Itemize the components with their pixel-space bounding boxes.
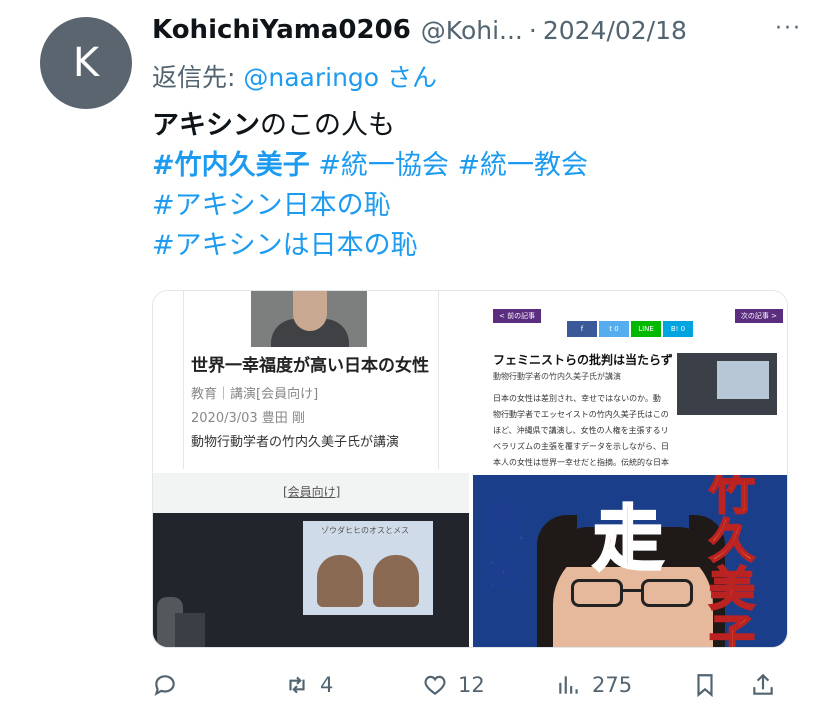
- projector-screen: [717, 361, 769, 399]
- article-date-author: 2020/3/03 豊田 剛: [191, 411, 305, 426]
- tweet-date[interactable]: 2024/02/18: [543, 16, 687, 45]
- article-body: 日本の女性は差別され、幸せではないのか。動 物行動学者でエッセイストの竹内久美子…: [493, 391, 669, 471]
- text-rest: のこの人も: [260, 110, 395, 141]
- media-image-2[interactable]: < 前の記事 次の記事 > f t 0 LINE B! 0 フェミニストらの批判…: [473, 291, 787, 473]
- poster-center-text: 走: [592, 497, 665, 582]
- media-grid: 世界一幸福度が高い日本の女性 教育｜講演[会員向け] 2020/3/03 豊田 …: [152, 290, 788, 648]
- hashtag-link[interactable]: #竹内久美子: [152, 150, 310, 181]
- text-line-2: #竹内久美子 #統一協会 #統一教会: [152, 146, 792, 186]
- avatar[interactable]: K: [40, 17, 132, 109]
- speaker-photo: [251, 291, 367, 347]
- poster-right-text: 竹 久 美 子: [708, 475, 769, 648]
- hashtag-link[interactable]: #統一協会: [318, 150, 449, 181]
- share-buttons: f t 0 LINE B! 0: [567, 321, 693, 337]
- hashtag-link[interactable]: #アキシン日本の恥: [152, 190, 391, 221]
- article-category: 教育｜講演[会員向け]: [191, 387, 319, 402]
- poster-left-text: 教 会: [484, 499, 535, 594]
- article-title: 世界一幸福度が高い日本の女性: [191, 356, 429, 376]
- monkey-image: [317, 555, 363, 607]
- reply-button[interactable]: [152, 665, 188, 705]
- text-line-3: #アキシン日本の恥: [152, 186, 792, 226]
- tweet-header: KohichiYama0206 @Kohi... · 2024/02/18 ··…: [152, 10, 802, 50]
- article-description: 動物行動学者の竹内久美子氏が講演: [191, 435, 400, 450]
- article-body-line: ほど、沖縄県で講演し、女性の人権を主張するリ: [493, 426, 669, 435]
- media-image-4[interactable]: 教 会 走 竹 久 美 子: [473, 475, 787, 648]
- views-count: 275: [592, 673, 633, 697]
- separator-dot: ·: [528, 15, 537, 45]
- text-bold-term: アキシン: [152, 110, 260, 141]
- hashtag-link[interactable]: #アキシンは日本の恥: [152, 230, 418, 261]
- facebook-share-icon: f: [567, 321, 597, 337]
- members-link: [会員向け]: [283, 485, 341, 499]
- caricature-poster: 教 会 走 竹 久 美 子: [473, 475, 787, 648]
- lecture-photo: ゾウダヒヒのオスとメス: [153, 513, 469, 647]
- share-icon: [753, 673, 773, 695]
- more-options-icon[interactable]: ···: [775, 16, 802, 41]
- podium: [175, 613, 205, 647]
- avatar-letter: K: [72, 40, 100, 86]
- bookmark-icon: [697, 674, 713, 698]
- projector-screen: ゾウダヒヒのオスとメス: [303, 521, 433, 615]
- poster-char: 久: [708, 514, 756, 568]
- views-button[interactable]: 275: [556, 665, 632, 705]
- article-subtitle: 動物行動学者の竹内久美子氏が講演: [493, 372, 621, 381]
- like-button[interactable]: 12: [422, 665, 485, 705]
- twitter-share-icon: t 0: [599, 321, 629, 337]
- retweet-button[interactable]: 4: [284, 665, 333, 705]
- hashtag-link[interactable]: #統一教会: [457, 150, 588, 181]
- poster-char: 竹: [708, 475, 756, 520]
- poster-char: 会: [484, 545, 528, 594]
- retweet-count: 4: [320, 673, 334, 697]
- article-body-line: 日本の女性は差別され、幸せではないのか。動: [493, 394, 661, 403]
- bookmark-button[interactable]: [692, 665, 718, 705]
- media-image-3[interactable]: [会員向け] ゾウダヒヒのオスとメス: [153, 473, 469, 647]
- reply-suffix: さん: [379, 63, 438, 92]
- poster-char: 子: [708, 610, 756, 648]
- lecture-thumbnail: [677, 353, 777, 415]
- share-button[interactable]: [750, 665, 776, 705]
- text-line-4: #アキシンは日本の恥: [152, 226, 792, 266]
- monkey-image: [373, 555, 419, 607]
- glasses-bridge: [623, 589, 641, 592]
- speaker-head: [293, 291, 327, 331]
- article-body-line: ベラリズムの主張を覆すデータを示しながら、日: [493, 442, 669, 451]
- like-count: 12: [458, 673, 485, 697]
- reply-mention-link[interactable]: @naaringo: [243, 63, 379, 92]
- poster-char: 美: [708, 562, 756, 616]
- reply-to: 返信先: @naaringo さん: [152, 58, 437, 94]
- article-body-line: 本人の女性は世界一幸せだと指摘。伝統的な日本: [493, 458, 669, 467]
- prev-article-button: < 前の記事: [493, 309, 542, 323]
- reply-prefix: 返信先:: [152, 63, 244, 92]
- hatena-share-icon: B! 0: [663, 321, 693, 337]
- retweet-icon: [289, 676, 305, 694]
- text-line-1: アキシンのこの人も: [152, 106, 792, 146]
- display-name[interactable]: KohichiYama0206: [152, 15, 411, 45]
- action-bar: 4 12 275: [152, 665, 788, 705]
- views-icon: [559, 676, 578, 694]
- user-handle[interactable]: @Kohi...: [421, 16, 523, 45]
- article-title: フェミニストらの批判は当たらず: [493, 353, 673, 367]
- poster-char: 教: [484, 499, 528, 548]
- next-article-button: 次の記事 >: [734, 309, 783, 323]
- reply-icon: [154, 675, 175, 696]
- media-image-1[interactable]: 世界一幸福度が高い日本の女性 教育｜講演[会員向け] 2020/3/03 豊田 …: [153, 291, 469, 469]
- tweet-text: アキシンのこの人も #竹内久美子 #統一協会 #統一教会 #アキシン日本の恥 #…: [152, 106, 792, 266]
- slide-caption: ゾウダヒヒのオスとメス: [321, 526, 409, 535]
- heart-icon: [424, 675, 446, 695]
- article-body-line: 物行動学者でエッセイストの竹内久美子氏はこの: [493, 410, 669, 419]
- line-share-icon: LINE: [631, 321, 661, 337]
